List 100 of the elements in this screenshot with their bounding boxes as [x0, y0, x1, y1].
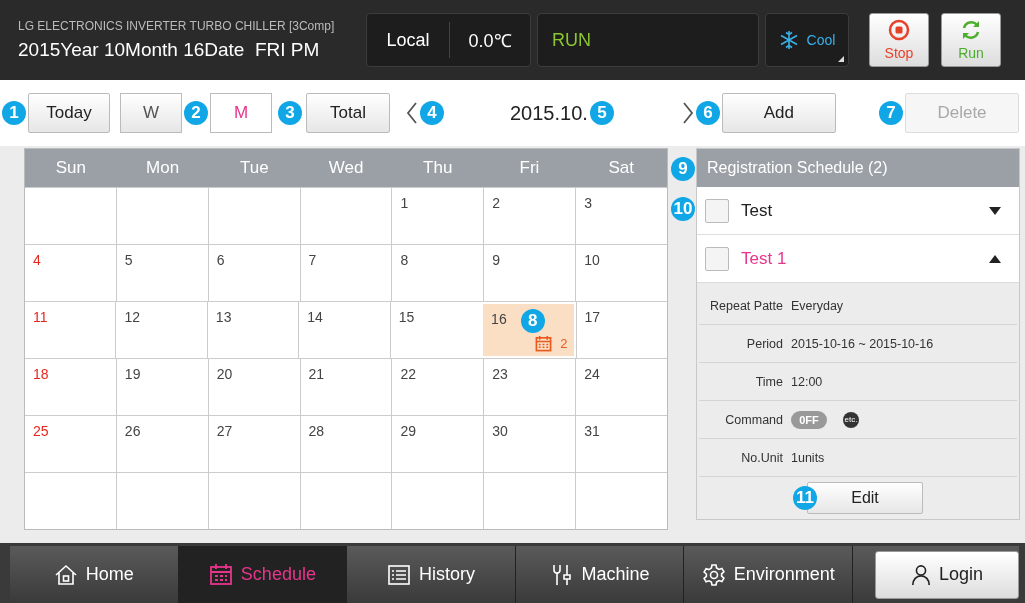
calendar-day-cell[interactable]: 5 — [115, 245, 208, 301]
calendar-day-cell[interactable]: 27 — [207, 416, 300, 472]
today-button[interactable]: Today — [28, 93, 110, 133]
detail-label: No.Unit — [740, 450, 783, 465]
day-number: 24 — [584, 366, 600, 382]
event-count: 2 — [560, 336, 568, 351]
calendar-day-cell[interactable]: 14 — [298, 302, 390, 358]
collapse-icon[interactable] — [989, 254, 1001, 263]
weekday-header: Thu — [422, 157, 454, 179]
calendar-day-cell[interactable]: 1 — [391, 188, 484, 244]
checkbox[interactable] — [705, 246, 729, 271]
calendar-icon — [208, 562, 233, 587]
day-number: 21 — [308, 366, 325, 382]
calendar-day-cell[interactable]: 26 — [115, 416, 208, 472]
day-number: 29 — [400, 423, 416, 439]
day-number: 31 — [584, 423, 600, 439]
detail-value: 2015-10-16 ~ 2015-10-16 — [791, 336, 934, 351]
total-button[interactable]: Total — [306, 93, 390, 133]
view-tab[interactable]: M — [210, 93, 272, 133]
callout-number: 5 — [589, 101, 614, 125]
calendar-day-cell[interactable]: 21 — [299, 359, 392, 415]
calendar-day-cell[interactable]: 18 — [25, 359, 116, 415]
day-number: 9 — [492, 252, 501, 268]
calendar-day-cell[interactable]: 29 — [391, 416, 484, 472]
day-number: 27 — [216, 423, 233, 439]
temperature-reading: 0.0℃ — [467, 30, 513, 52]
nav-tab[interactable]: Environment — [684, 546, 853, 603]
calendar-day-cell[interactable]: 13 — [206, 302, 299, 358]
calendar-day-cell[interactable]: 7 — [299, 245, 392, 301]
gear-icon — [701, 562, 726, 587]
add-button[interactable]: Add — [721, 93, 836, 133]
day-number: 25 — [33, 423, 49, 439]
callout-number: 6 — [695, 101, 720, 125]
calendar-day-cell[interactable]: 24 — [575, 359, 667, 415]
calendar-day-cell[interactable]: 31 — [575, 416, 667, 472]
weekday-header: Wed — [327, 157, 365, 179]
checkbox[interactable] — [705, 198, 729, 223]
day-number: 4 — [33, 252, 41, 268]
next-month-icon[interactable] — [681, 101, 694, 125]
callout-number: 9 — [671, 157, 695, 181]
calendar-day-cell[interactable]: 25 — [25, 416, 116, 472]
calendar-day-cell[interactable]: 17 — [575, 302, 667, 358]
calendar-day-cell[interactable]: 2 — [483, 188, 576, 244]
calendar-day-cell[interactable]: 10 — [575, 245, 667, 301]
view-tab[interactable]: W — [120, 93, 182, 133]
schedule-name: Test 1 — [741, 248, 788, 269]
nav-tab[interactable]: History — [347, 546, 516, 603]
detail-label: Command — [724, 412, 783, 427]
calendar-day-cell[interactable]: 19 — [115, 359, 208, 415]
control-mode: Local — [385, 29, 431, 51]
operation-mode-button[interactable]: Cool — [765, 13, 849, 67]
status-text: RUN — [552, 29, 591, 51]
detail-value: 12:00 — [791, 374, 823, 389]
calendar-day-cell[interactable]: 20 — [207, 359, 300, 415]
nav-tab[interactable]: Machine — [515, 546, 685, 603]
calendar-day-cell[interactable]: 22 — [391, 359, 484, 415]
day-number: 20 — [216, 366, 233, 382]
calendar-day-cell[interactable]: 3 — [575, 188, 667, 244]
callout-number: 4 — [420, 101, 444, 125]
calendar-day-cell[interactable]: 11 — [25, 302, 116, 358]
panel-title: Registration Schedule (2) — [707, 159, 888, 177]
weekday-header: Fri — [518, 157, 541, 179]
calendar-day-cell[interactable]: 12 — [115, 302, 207, 358]
calendar-day-cell[interactable]: 23 — [483, 359, 576, 415]
weekday-header: Tue — [238, 157, 270, 179]
day-number: 17 — [584, 309, 601, 325]
callout-number: 11 — [793, 486, 817, 510]
schedule-item[interactable]: Test 1 — [697, 235, 1019, 283]
callout-number: 8 — [520, 309, 545, 333]
day-number: 15 — [398, 309, 415, 325]
calendar-day-cell[interactable]: 16 8 2 — [481, 302, 576, 358]
detail-value: Everyday — [791, 298, 844, 313]
expand-icon[interactable] — [989, 206, 1001, 215]
nav-tab[interactable]: Schedule — [178, 546, 348, 603]
person-icon — [910, 563, 931, 586]
day-number: 7 — [308, 252, 317, 268]
day-number: 23 — [492, 366, 508, 382]
day-number: 26 — [124, 423, 141, 439]
day-number: 11 — [33, 309, 48, 325]
detail-label: Period — [745, 336, 783, 351]
day-number: 22 — [400, 366, 416, 382]
weekday-header: Mon — [145, 157, 181, 179]
day-number: 14 — [307, 309, 323, 325]
calendar-day-cell[interactable]: 9 — [483, 245, 576, 301]
login-button[interactable]: Login — [874, 550, 1019, 599]
calendar-day-cell[interactable]: 4 — [25, 245, 116, 301]
calendar-day-cell[interactable]: 8 — [391, 245, 484, 301]
stop-icon — [888, 19, 910, 41]
schedule-name: Test — [741, 200, 774, 221]
calendar-day-cell[interactable]: 6 — [207, 245, 300, 301]
callout-number: 10 — [671, 197, 695, 221]
calendar-icon — [535, 335, 553, 352]
calendar-day-cell[interactable]: 28 — [299, 416, 392, 472]
etc-badge[interactable]: etc. — [843, 411, 859, 428]
calendar-day-cell[interactable]: 30 — [483, 416, 576, 472]
day-number: 12 — [124, 309, 140, 325]
previous-month-icon[interactable] — [406, 101, 418, 125]
home-icon — [53, 562, 78, 587]
callout-number: 3 — [278, 101, 302, 125]
nav-tab[interactable]: Home — [10, 546, 179, 603]
